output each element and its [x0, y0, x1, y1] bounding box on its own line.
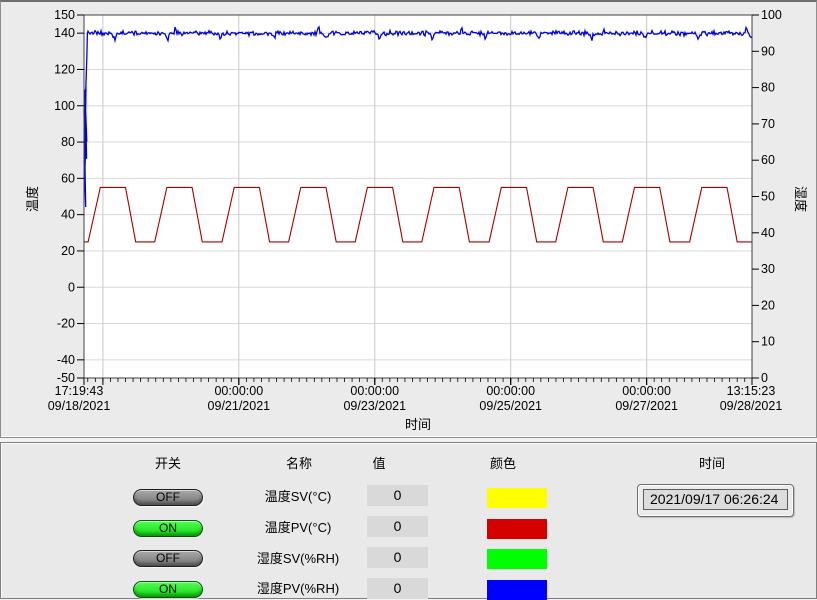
- svg-text:20: 20: [61, 244, 75, 258]
- svg-text:-50: -50: [57, 371, 75, 385]
- svg-text:100: 100: [761, 8, 782, 22]
- y-right-axis-label: 湿度: [793, 186, 808, 212]
- channel-value: 0: [367, 547, 428, 568]
- time-display-value: 2021/09/17 06:26:24: [643, 489, 788, 510]
- svg-text:80: 80: [61, 135, 75, 149]
- svg-text:80: 80: [761, 81, 775, 95]
- svg-text:09/28/2021: 09/28/2021: [720, 399, 783, 413]
- svg-text:70: 70: [761, 117, 775, 131]
- svg-text:00:00:00: 00:00:00: [214, 384, 263, 398]
- toggle-on-row4[interactable]: ON: [133, 581, 203, 598]
- svg-text:140: 140: [54, 26, 75, 40]
- svg-text:90: 90: [761, 44, 775, 58]
- svg-text:30: 30: [761, 262, 775, 276]
- header-value: 值: [339, 456, 419, 472]
- channel-color-swatch[interactable]: [487, 488, 547, 508]
- svg-text:-20: -20: [57, 317, 75, 331]
- svg-text:60: 60: [761, 153, 775, 167]
- control-panel: 开关 名称 值 颜色 时间 OFF 温度SV(°C) 0 ON 温度PV(°C) 0 OFF…: [0, 442, 817, 599]
- svg-text:09/27/2021: 09/27/2021: [615, 399, 678, 413]
- channel-value: 0: [367, 516, 428, 537]
- svg-text:60: 60: [61, 171, 75, 185]
- channel-name: 温度SV(°C): [243, 489, 353, 505]
- channel-name: 湿度PV(%RH): [243, 581, 353, 597]
- x-axis-label: 时间: [405, 417, 431, 432]
- svg-text:17:19:43: 17:19:43: [55, 384, 104, 398]
- trend-chart: 150140120100806040200-20-40-501009080706…: [1, 2, 817, 436]
- header-switch: 开关: [128, 456, 208, 472]
- svg-text:09/25/2021: 09/25/2021: [479, 399, 542, 413]
- header-time: 时间: [672, 456, 752, 472]
- svg-text:20: 20: [761, 298, 775, 312]
- svg-text:40: 40: [761, 226, 775, 240]
- svg-text:09/21/2021: 09/21/2021: [208, 399, 271, 413]
- channel-color-swatch[interactable]: [487, 580, 547, 600]
- app-window: 150140120100806040200-20-40-501009080706…: [0, 0, 817, 599]
- toggle-off-row3[interactable]: OFF: [133, 550, 203, 567]
- svg-text:00:00:00: 00:00:00: [622, 384, 671, 398]
- header-name: 名称: [249, 456, 349, 472]
- svg-text:13:15:23: 13:15:23: [727, 384, 776, 398]
- toggle-on-row2[interactable]: ON: [133, 520, 203, 537]
- channel-color-swatch[interactable]: [487, 549, 547, 569]
- time-display: 2021/09/17 06:26:24: [637, 484, 794, 517]
- svg-text:10: 10: [761, 335, 775, 349]
- svg-text:00:00:00: 00:00:00: [350, 384, 399, 398]
- channel-name: 湿度SV(%RH): [243, 551, 353, 567]
- svg-text:150: 150: [54, 8, 75, 22]
- svg-text:120: 120: [54, 62, 75, 76]
- svg-text:0: 0: [68, 280, 75, 294]
- svg-text:100: 100: [54, 99, 75, 113]
- toggle-off-row1[interactable]: OFF: [133, 489, 203, 506]
- y-left-axis-label: 温度: [25, 186, 40, 212]
- channel-name: 温度PV(°C): [243, 520, 353, 536]
- svg-text:50: 50: [761, 190, 775, 204]
- chart-panel: 150140120100806040200-20-40-501009080706…: [0, 0, 817, 438]
- svg-text:09/18/2021: 09/18/2021: [48, 399, 111, 413]
- svg-text:00:00:00: 00:00:00: [486, 384, 535, 398]
- svg-text:0: 0: [761, 371, 768, 385]
- svg-text:09/23/2021: 09/23/2021: [343, 399, 406, 413]
- channel-value: 0: [367, 578, 428, 599]
- channel-color-swatch[interactable]: [487, 519, 547, 539]
- svg-text:-40: -40: [57, 353, 75, 367]
- header-color: 颜色: [463, 456, 543, 472]
- svg-text:40: 40: [61, 208, 75, 222]
- channel-value: 0: [367, 485, 428, 506]
